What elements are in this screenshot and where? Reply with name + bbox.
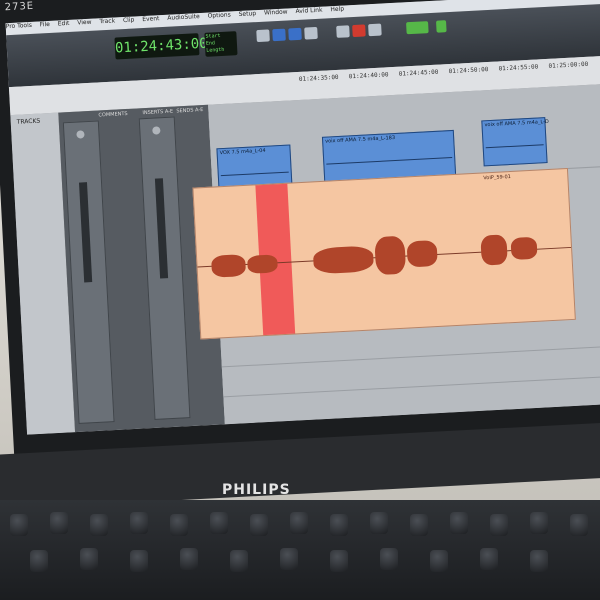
menu-event[interactable]: Event <box>142 15 160 23</box>
monitor-model-label: 273E <box>4 0 35 14</box>
mixer-strip[interactable] <box>138 116 191 420</box>
ruler-tick: 01:24:55:00 <box>498 63 539 73</box>
waveform-burst <box>374 235 407 276</box>
waveform-burst <box>406 239 438 268</box>
selected-audio-clip[interactable]: VoIP_59-01 <box>192 167 576 340</box>
ruler-tick: 01:24:40:00 <box>348 71 389 81</box>
length-label: Length <box>206 46 225 54</box>
daw-screen: Pro Tools File Edit View Track Clip Even… <box>5 0 600 435</box>
menu-setup[interactable]: Setup <box>238 10 256 18</box>
menu-avid-link[interactable]: Avid Link <box>295 7 322 15</box>
console-knob[interactable] <box>410 514 428 536</box>
menu-edit[interactable]: Edit <box>58 20 70 28</box>
console-knob[interactable] <box>290 512 308 534</box>
console-knob[interactable] <box>130 550 148 572</box>
console-knob[interactable] <box>530 512 548 534</box>
menu-view[interactable]: View <box>77 19 92 27</box>
console-knob[interactable] <box>50 512 68 534</box>
waveform-burst <box>211 254 247 278</box>
photo-scene: 273E Pro Tools File Edit View Track Clip… <box>0 0 600 600</box>
ruler-tick: 01:24:45:00 <box>398 68 439 78</box>
console-knob[interactable] <box>130 512 148 534</box>
loop-button[interactable] <box>368 23 382 37</box>
clip-name: voix off AMA 7.5 m4a_L-183 <box>325 135 396 145</box>
ruler-tick: 01:25:00:00 <box>548 60 589 70</box>
menu-file[interactable]: File <box>40 21 50 29</box>
clip-name: VOX 7.5 m4a_L-04 <box>219 147 266 157</box>
menu-clip[interactable]: Clip <box>123 16 135 24</box>
clip-waveform <box>220 157 289 177</box>
menu-options[interactable]: Options <box>207 11 230 19</box>
record-button[interactable] <box>352 24 366 38</box>
play-button[interactable] <box>272 28 286 42</box>
console-knob[interactable] <box>230 550 248 572</box>
menu-audiosuite[interactable]: AudioSuite <box>167 13 200 22</box>
comments-header: COMMENTS <box>98 110 128 119</box>
console-knob[interactable] <box>330 550 348 572</box>
go-to-start-button[interactable] <box>336 25 350 38</box>
volume-fader[interactable] <box>154 178 169 279</box>
online-button[interactable] <box>406 21 429 35</box>
console-knob[interactable] <box>450 512 468 534</box>
clip-name: voix off AMA 7.5 m4a_L-D <box>484 118 549 129</box>
console-knob[interactable] <box>490 514 508 536</box>
audio-clip[interactable]: voix off AMA 7.5 m4a_L-D <box>481 117 549 167</box>
console-knob[interactable] <box>10 514 28 536</box>
ruler-tick: 01:24:35:00 <box>298 73 339 83</box>
menu-window[interactable]: Window <box>264 8 288 16</box>
selection-times: Start End Length <box>204 31 238 57</box>
waveform-burst <box>312 245 375 275</box>
clip-waveform <box>484 130 544 149</box>
console-knob[interactable] <box>330 514 348 536</box>
pan-knob[interactable] <box>76 130 85 139</box>
monitor-bezel: 273E Pro Tools File Edit View Track Clip… <box>0 0 600 464</box>
waveform-burst <box>247 254 278 274</box>
console-knob[interactable] <box>530 550 548 572</box>
main-counter: 01:24:43:00 <box>114 33 208 60</box>
console-knob[interactable] <box>430 550 448 572</box>
mixing-console <box>0 500 600 600</box>
menu-app-title: Pro Tools <box>5 21 33 31</box>
console-knob[interactable] <box>210 512 228 534</box>
ruler-tick: 01:24:50:00 <box>448 66 489 76</box>
stop-button[interactable] <box>288 27 302 41</box>
meter-button[interactable] <box>436 20 447 33</box>
console-knob[interactable] <box>250 514 268 536</box>
edit-window[interactable]: VOX 7.5 m4a_L-04 voix off AMA 7.5 m4a_L-… <box>192 83 600 425</box>
console-knob[interactable] <box>480 548 498 570</box>
menu-help[interactable]: Help <box>330 5 344 13</box>
tracks-title: TRACKS <box>16 117 41 126</box>
clip-waveform <box>325 143 453 165</box>
console-knob[interactable] <box>180 548 198 570</box>
console-knob[interactable] <box>30 550 48 572</box>
console-knob[interactable] <box>90 514 108 536</box>
brand-logo: PHILIPS <box>222 482 291 498</box>
console-knob[interactable] <box>380 548 398 570</box>
waveform-burst <box>480 234 508 266</box>
sends-header: SENDS A-E <box>176 106 204 115</box>
console-knob[interactable] <box>570 514 588 536</box>
clip-name: VoIP_59-01 <box>483 173 512 182</box>
console-knob[interactable] <box>370 512 388 534</box>
console-knob[interactable] <box>170 514 188 536</box>
waveform-burst <box>510 236 538 261</box>
inserts-header: INSERTS A-E <box>142 108 174 117</box>
menu-track[interactable]: Track <box>99 17 115 25</box>
console-knob[interactable] <box>80 548 98 570</box>
rewind-button[interactable] <box>256 29 270 43</box>
pan-knob[interactable] <box>152 126 161 135</box>
console-knob[interactable] <box>280 548 298 570</box>
forward-button[interactable] <box>304 26 318 40</box>
volume-fader[interactable] <box>78 182 93 283</box>
